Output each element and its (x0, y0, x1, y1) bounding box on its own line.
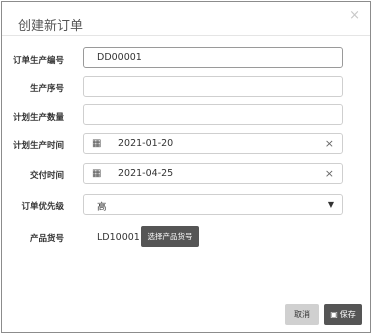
plan-qty-label: 计划生产数量 (12, 113, 64, 123)
select-product-code-button[interactable]: 选择产品货号 (141, 226, 199, 247)
seq-no-input[interactable] (83, 76, 343, 97)
clear-icon[interactable]: × (325, 167, 334, 180)
delivery-time-datepicker[interactable]: ▦ 2021-04-25 × (83, 163, 343, 184)
priority-select[interactable]: 高 ▼ (83, 194, 343, 215)
product-code-value: LD10001 (97, 232, 140, 243)
order-no-value: DD00001 (97, 52, 142, 63)
save-icon: ▣ (330, 310, 338, 319)
cancel-button[interactable]: 取消 (285, 304, 319, 325)
seq-no-label: 生产序号 (29, 84, 64, 94)
dropdown-arrow-icon: ▼ (327, 200, 334, 209)
calendar-icon[interactable]: ▦ (92, 168, 101, 179)
clear-icon[interactable]: × (325, 137, 334, 150)
priority-label: 订单优先级 (21, 202, 64, 212)
create-order-dialog: 创建新订单 × 订单生产编号 DD00001 生产序号 计划生产数量 计划生产时… (1, 1, 371, 333)
title-divider (2, 35, 370, 36)
plan-time-value: 2021-01-20 (118, 138, 174, 149)
order-no-label: 订单生产编号 (12, 56, 64, 66)
dialog-title: 创建新订单 (18, 19, 84, 34)
product-code-label: 产品货号 (29, 234, 64, 244)
delivery-time-label: 交付时间 (29, 171, 64, 181)
order-no-input[interactable]: DD00001 (83, 47, 343, 68)
plan-qty-input[interactable] (83, 104, 343, 125)
plan-time-datepicker[interactable]: ▦ 2021-01-20 × (83, 133, 343, 154)
plan-time-label: 计划生产时间 (12, 141, 64, 151)
priority-value: 高 (97, 202, 107, 213)
save-button-label: 保存 (339, 310, 356, 319)
calendar-icon[interactable]: ▦ (92, 138, 101, 149)
save-button[interactable]: ▣ 保存 (324, 304, 362, 325)
delivery-time-value: 2021-04-25 (118, 168, 174, 179)
close-icon[interactable]: × (349, 8, 360, 23)
